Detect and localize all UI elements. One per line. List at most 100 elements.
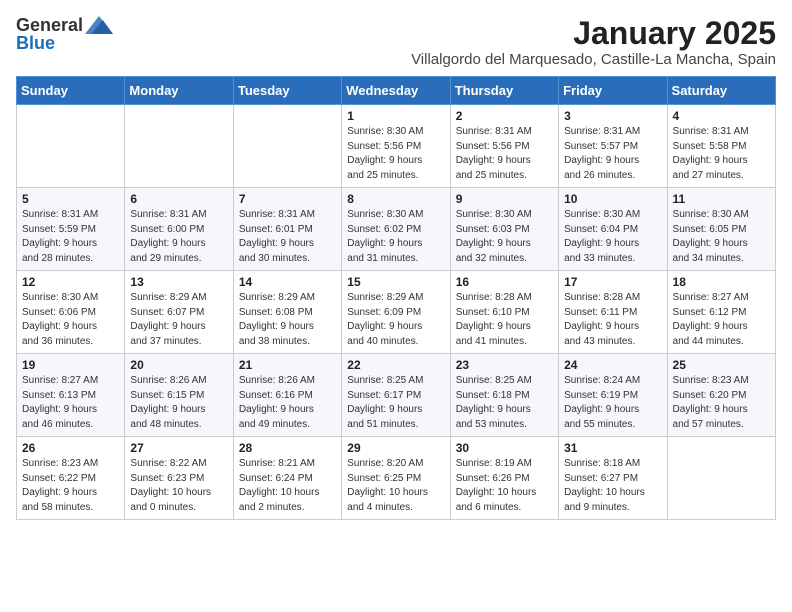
day-number: 12	[22, 275, 119, 289]
day-info: Sunrise: 8:30 AM Sunset: 5:56 PM Dayligh…	[347, 125, 444, 183]
table-row: 22 Sunrise: 8:25 AM Sunset: 6:17 PM Dayli…	[342, 354, 450, 437]
table-row: 14Sunrise: 8:29 AM Sunset: 6:08 PM Dayli…	[233, 271, 341, 354]
day-number: 24	[564, 358, 661, 372]
table-row	[667, 437, 775, 520]
calendar-week-row: 12 Sunrise: 8:30 AM Sunset: 6:06 PM Dayli…	[17, 271, 776, 354]
day-info: Sunrise: 8:29 AM Sunset: 6:09 PM Dayligh…	[347, 291, 444, 349]
day-info: Sunrise: 8:29 AM Sunset: 6:07 PM Dayligh…	[130, 291, 227, 349]
table-row	[17, 105, 125, 188]
day-number: 11	[673, 192, 770, 206]
table-row: 17 Sunrise: 8:28 AM Sunset: 6:11 PM Dayli…	[559, 271, 667, 354]
table-row: 4Sunrise: 8:31 AM Sunset: 5:58 PM Daylig…	[667, 105, 775, 188]
day-info: Sunrise: 8:28 AM Sunset: 6:10 PM Dayligh…	[456, 291, 553, 349]
day-info: Sunrise: 8:30 AM Sunset: 6:03 PM Dayligh…	[456, 208, 553, 266]
day-number: 25	[673, 358, 770, 372]
calendar-title: January 2025	[411, 16, 776, 51]
table-row: 30 Sunrise: 8:19 AM Sunset: 6:26 PM Dayli…	[450, 437, 558, 520]
day-info: Sunrise: 8:30 AM Sunset: 6:06 PM Dayligh…	[22, 291, 119, 349]
day-number: 8	[347, 192, 444, 206]
table-row: 9 Sunrise: 8:30 AM Sunset: 6:03 PM Daylig…	[450, 188, 558, 271]
day-number: 30	[456, 441, 553, 455]
calendar-week-row: 19Sunrise: 8:27 AM Sunset: 6:13 PM Dayli…	[17, 354, 776, 437]
table-row: 13 Sunrise: 8:29 AM Sunset: 6:07 PM Dayli…	[125, 271, 233, 354]
day-info: Sunrise: 8:22 AM Sunset: 6:23 PM Dayligh…	[130, 457, 227, 515]
day-number: 15	[347, 275, 444, 289]
table-row: 6 Sunrise: 8:31 AM Sunset: 6:00 PM Daylig…	[125, 188, 233, 271]
day-info: Sunrise: 8:20 AM Sunset: 6:25 PM Dayligh…	[347, 457, 444, 515]
day-info: Sunrise: 8:26 AM Sunset: 6:16 PM Dayligh…	[239, 374, 336, 432]
logo-icon	[85, 16, 113, 34]
day-info: Sunrise: 8:30 AM Sunset: 6:05 PM Dayligh…	[673, 208, 770, 266]
day-info: Sunrise: 8:19 AM Sunset: 6:26 PM Dayligh…	[456, 457, 553, 515]
day-number: 5	[22, 192, 119, 206]
day-number: 21	[239, 358, 336, 372]
day-number: 19	[22, 358, 119, 372]
table-row: 16Sunrise: 8:28 AM Sunset: 6:10 PM Dayli…	[450, 271, 558, 354]
logo-blue-text: Blue	[16, 34, 55, 52]
header-friday: Friday	[559, 77, 667, 105]
day-number: 29	[347, 441, 444, 455]
day-info: Sunrise: 8:30 AM Sunset: 6:02 PM Dayligh…	[347, 208, 444, 266]
table-row: 29 Sunrise: 8:20 AM Sunset: 6:25 PM Dayli…	[342, 437, 450, 520]
day-number: 26	[22, 441, 119, 455]
day-info: Sunrise: 8:27 AM Sunset: 6:12 PM Dayligh…	[673, 291, 770, 349]
header-thursday: Thursday	[450, 77, 558, 105]
table-row: 28Sunrise: 8:21 AM Sunset: 6:24 PM Dayli…	[233, 437, 341, 520]
day-info: Sunrise: 8:24 AM Sunset: 6:19 PM Dayligh…	[564, 374, 661, 432]
day-number: 3	[564, 109, 661, 123]
calendar-week-row: 5 Sunrise: 8:31 AM Sunset: 5:59 PM Daylig…	[17, 188, 776, 271]
day-number: 13	[130, 275, 227, 289]
day-number: 27	[130, 441, 227, 455]
day-number: 2	[456, 109, 553, 123]
day-number: 17	[564, 275, 661, 289]
table-row: 24 Sunrise: 8:24 AM Sunset: 6:19 PM Dayli…	[559, 354, 667, 437]
day-info: Sunrise: 8:30 AM Sunset: 6:04 PM Dayligh…	[564, 208, 661, 266]
day-number: 18	[673, 275, 770, 289]
day-number: 7	[239, 192, 336, 206]
day-number: 4	[673, 109, 770, 123]
calendar-subtitle: Villalgordo del Marquesado, Castille-La …	[411, 51, 776, 68]
day-info: Sunrise: 8:31 AM Sunset: 5:57 PM Dayligh…	[564, 125, 661, 183]
table-row: 1 Sunrise: 8:30 AM Sunset: 5:56 PM Daylig…	[342, 105, 450, 188]
calendar-table: Sunday Monday Tuesday Wednesday Thursday…	[16, 76, 776, 520]
table-row: 20Sunrise: 8:26 AM Sunset: 6:15 PM Dayli…	[125, 354, 233, 437]
table-row: 2 Sunrise: 8:31 AM Sunset: 5:56 PM Daylig…	[450, 105, 558, 188]
table-row: 11 Sunrise: 8:30 AM Sunset: 6:05 PM Dayli…	[667, 188, 775, 271]
table-row: 25 Sunrise: 8:23 AM Sunset: 6:20 PM Dayli…	[667, 354, 775, 437]
table-row: 26 Sunrise: 8:23 AM Sunset: 6:22 PM Dayli…	[17, 437, 125, 520]
table-row: 10 Sunrise: 8:30 AM Sunset: 6:04 PM Dayli…	[559, 188, 667, 271]
day-number: 6	[130, 192, 227, 206]
table-row: 3 Sunrise: 8:31 AM Sunset: 5:57 PM Daylig…	[559, 105, 667, 188]
day-number: 20	[130, 358, 227, 372]
day-info: Sunrise: 8:31 AM Sunset: 5:59 PM Dayligh…	[22, 208, 119, 266]
page-header: General Blue January 2025 Villalgordo de…	[16, 16, 776, 68]
table-row: 8 Sunrise: 8:30 AM Sunset: 6:02 PM Daylig…	[342, 188, 450, 271]
day-number: 10	[564, 192, 661, 206]
logo: General Blue	[16, 16, 113, 52]
table-row: 31 Sunrise: 8:18 AM Sunset: 6:27 PM Dayli…	[559, 437, 667, 520]
day-info: Sunrise: 8:23 AM Sunset: 6:22 PM Dayligh…	[22, 457, 119, 515]
table-row: 5 Sunrise: 8:31 AM Sunset: 5:59 PM Daylig…	[17, 188, 125, 271]
day-number: 14	[239, 275, 336, 289]
table-row: 15 Sunrise: 8:29 AM Sunset: 6:09 PM Dayli…	[342, 271, 450, 354]
header-sunday: Sunday	[17, 77, 125, 105]
calendar-week-row: 1 Sunrise: 8:30 AM Sunset: 5:56 PM Daylig…	[17, 105, 776, 188]
header-monday: Monday	[125, 77, 233, 105]
day-info: Sunrise: 8:31 AM Sunset: 6:00 PM Dayligh…	[130, 208, 227, 266]
logo-general-text: General	[16, 16, 83, 34]
header-saturday: Saturday	[667, 77, 775, 105]
day-info: Sunrise: 8:23 AM Sunset: 6:20 PM Dayligh…	[673, 374, 770, 432]
day-number: 1	[347, 109, 444, 123]
day-info: Sunrise: 8:28 AM Sunset: 6:11 PM Dayligh…	[564, 291, 661, 349]
table-row	[233, 105, 341, 188]
day-info: Sunrise: 8:25 AM Sunset: 6:17 PM Dayligh…	[347, 374, 444, 432]
day-info: Sunrise: 8:31 AM Sunset: 5:56 PM Dayligh…	[456, 125, 553, 183]
day-number: 23	[456, 358, 553, 372]
calendar-header-row: Sunday Monday Tuesday Wednesday Thursday…	[17, 77, 776, 105]
table-row: 27 Sunrise: 8:22 AM Sunset: 6:23 PM Dayli…	[125, 437, 233, 520]
day-number: 9	[456, 192, 553, 206]
day-number: 22	[347, 358, 444, 372]
day-info: Sunrise: 8:18 AM Sunset: 6:27 PM Dayligh…	[564, 457, 661, 515]
day-number: 31	[564, 441, 661, 455]
day-info: Sunrise: 8:21 AM Sunset: 6:24 PM Dayligh…	[239, 457, 336, 515]
